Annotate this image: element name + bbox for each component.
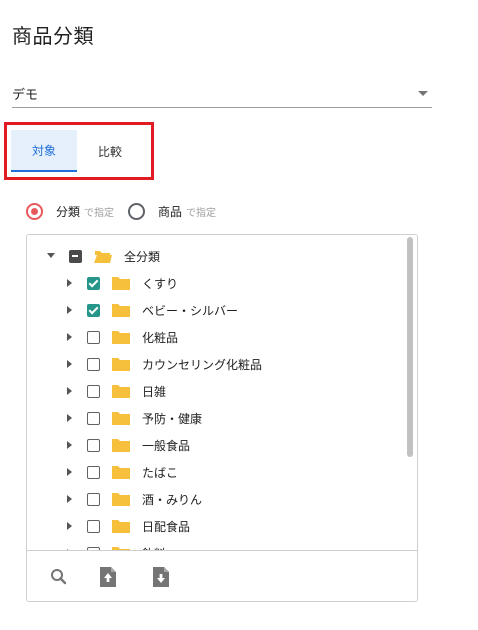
radio-circle-checked[interactable]	[26, 202, 43, 220]
tab-target[interactable]: 対象	[11, 130, 77, 172]
folder-icon	[112, 331, 130, 344]
caret-right-icon[interactable]	[65, 521, 75, 531]
caret-right-icon[interactable]	[65, 305, 75, 315]
tree-item-label: 一般食品	[142, 438, 191, 453]
tree-item-label: くすり	[142, 276, 179, 291]
tree-item-label: 酒・みりん	[142, 492, 203, 507]
tree-item-checkbox[interactable]	[87, 519, 100, 533]
selection-mode-group: 分類 で指定 商品 で指定	[26, 201, 230, 221]
tree-item-checkbox[interactable]	[87, 465, 100, 479]
tree-root-checkbox[interactable]	[69, 249, 82, 263]
search-icon	[51, 569, 67, 585]
tree-item-label: ベビー・シルバー	[142, 303, 239, 318]
tree-item-label: カウンセリング化粧品	[142, 357, 263, 372]
tree-item[interactable]: 日雑	[65, 380, 166, 402]
tree-item-checkbox[interactable]	[87, 357, 100, 371]
caret-right-icon[interactable]	[65, 386, 75, 396]
tab-target-label: 対象	[31, 143, 56, 158]
tree-item-checkbox[interactable]	[87, 438, 100, 452]
caret-right-icon[interactable]	[65, 332, 75, 342]
radio-by-category-hint: で指定	[84, 207, 115, 219]
tree-item[interactable]: 予防・健康	[65, 407, 202, 429]
tab-compare[interactable]: 比較	[77, 130, 143, 172]
search-button[interactable]	[48, 565, 70, 589]
folder-icon	[112, 466, 130, 479]
tree-item-checkbox[interactable]	[87, 411, 100, 425]
tree-item-checkbox[interactable]	[87, 384, 100, 398]
dataset-select[interactable]: デモ	[12, 80, 432, 108]
tree-item[interactable]: 日配食品	[65, 515, 190, 537]
caret-right-icon[interactable]	[65, 359, 75, 369]
tree-root-row[interactable]: 全分類	[47, 245, 160, 267]
upload-button[interactable]	[97, 565, 119, 589]
category-tree[interactable]: 全分類 くすりベビー・シルバー 化粧品カウンセリング化粧品 日雑予防・健康一般食品た…	[27, 235, 417, 550]
tree-item-label: 日配食品	[142, 519, 191, 534]
tree-item[interactable]: 飲料	[65, 542, 166, 550]
radio-by-product[interactable]: 商品 で指定	[128, 202, 217, 220]
caret-right-icon[interactable]	[65, 467, 75, 477]
tree-item[interactable]: 化粧品	[65, 326, 178, 348]
dataset-select-value: デモ	[12, 88, 39, 103]
tree-item-checkbox[interactable]	[87, 303, 100, 317]
radio-by-product-hint: で指定	[186, 207, 217, 219]
category-tree-panel: 全分類 くすりベビー・シルバー 化粧品カウンセリング化粧品 日雑予防・健康一般食品た…	[26, 234, 418, 602]
folder-icon	[112, 358, 130, 371]
tab-compare-label: 比較	[97, 144, 122, 159]
page-title: 商品分類	[12, 24, 94, 48]
folder-icon	[112, 412, 130, 425]
tree-item[interactable]: 一般食品	[65, 434, 190, 456]
caret-right-icon[interactable]	[65, 413, 75, 423]
radio-by-category-label: 分類	[56, 204, 81, 219]
tree-toolbar	[27, 550, 417, 601]
caret-right-icon[interactable]	[65, 440, 75, 450]
folder-icon	[112, 304, 130, 317]
tree-item[interactable]: くすり	[65, 272, 178, 294]
folder-icon	[112, 277, 130, 290]
download-file-icon	[153, 567, 169, 587]
folder-icon	[112, 439, 130, 452]
tree-root-label: 全分類	[124, 249, 161, 264]
tree-item[interactable]: たばこ	[65, 461, 178, 483]
download-button[interactable]	[150, 565, 172, 589]
scrollbar-thumb[interactable]	[407, 237, 413, 457]
tree-item[interactable]: ベビー・シルバー	[65, 299, 238, 321]
folder-open-icon	[94, 251, 112, 263]
folder-icon	[112, 385, 130, 398]
upload-file-icon	[100, 567, 116, 587]
caret-down-icon[interactable]	[47, 251, 57, 261]
tree-item-label: 化粧品	[142, 330, 179, 345]
tree-item-label: たばこ	[142, 465, 179, 480]
tree-item[interactable]: 酒・みりん	[65, 488, 202, 510]
tree-item-checkbox[interactable]	[87, 492, 100, 506]
caret-right-icon[interactable]	[65, 278, 75, 288]
dropdown-arrow-icon	[418, 91, 428, 96]
folder-icon	[112, 493, 130, 506]
tree-item-checkbox[interactable]	[87, 276, 100, 290]
radio-by-product-label: 商品	[158, 204, 183, 219]
radio-circle-unchecked[interactable]	[128, 202, 146, 220]
folder-icon	[112, 520, 130, 533]
tree-item-label: 予防・健康	[142, 411, 203, 426]
tree-item-label: 日雑	[142, 384, 167, 399]
tree-item-checkbox[interactable]	[87, 330, 100, 344]
tree-item[interactable]: カウンセリング化粧品	[65, 353, 262, 375]
caret-right-icon[interactable]	[65, 494, 75, 504]
radio-by-category[interactable]: 分類 で指定	[26, 202, 115, 220]
